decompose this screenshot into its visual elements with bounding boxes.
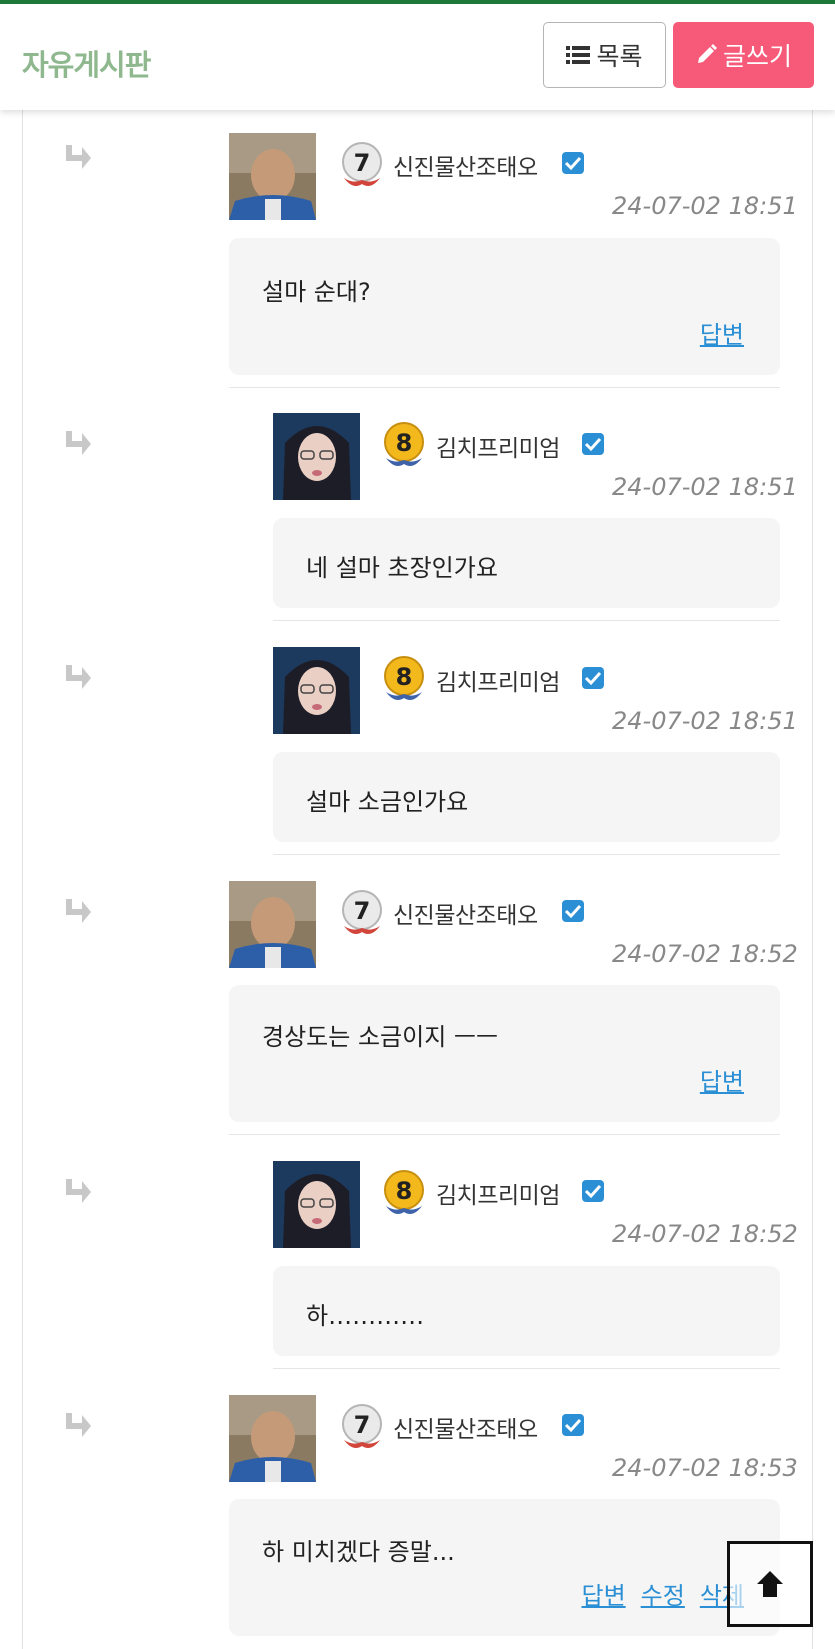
verified-check-icon xyxy=(582,433,604,455)
reply-arrow-icon xyxy=(66,1179,91,1203)
svg-text:8: 8 xyxy=(396,663,413,691)
reply-arrow-icon xyxy=(66,1413,91,1437)
comment-bubble: 설마 소금인가요 xyxy=(273,752,780,842)
comment-author[interactable]: 김치프리미엄 xyxy=(436,663,560,697)
comment-datetime: 24-07-02 18:51 xyxy=(612,473,798,501)
board-header: 자유게시판 목록 글쓰기 xyxy=(0,4,835,110)
verified-check-icon xyxy=(582,667,604,689)
svg-text:7: 7 xyxy=(354,149,371,177)
comment-text: 경상도는 소금이지 ㅡㅡ xyxy=(262,1023,499,1051)
comment-bubble: 설마 순대? 답변 xyxy=(229,238,780,375)
comment-bubble: 하………… xyxy=(273,1266,780,1356)
avatar[interactable] xyxy=(229,1395,316,1482)
comment-bubble: 네 설마 초장인가요 xyxy=(273,518,780,608)
pencil-icon xyxy=(697,44,717,63)
reply-link[interactable]: 답변 xyxy=(700,1062,744,1097)
list-button[interactable]: 목록 xyxy=(543,22,666,88)
comment-bubble: 경상도는 소금이지 ㅡㅡ 답변 xyxy=(229,985,780,1122)
avatar[interactable] xyxy=(229,881,316,968)
comment-datetime: 24-07-02 18:53 xyxy=(612,1454,798,1482)
comment-divider xyxy=(229,387,780,388)
verified-check-icon xyxy=(562,900,584,922)
comment-text: 설마 소금인가요 xyxy=(306,788,469,816)
avatar[interactable] xyxy=(273,413,360,500)
comment-divider xyxy=(273,854,780,855)
comment-divider xyxy=(273,620,780,621)
level-badge-icon: 7 xyxy=(342,1404,382,1448)
svg-text:8: 8 xyxy=(396,429,413,457)
comment-text: 하 미치겠다 증말... xyxy=(262,1538,455,1566)
scroll-to-top-button[interactable] xyxy=(727,1541,813,1627)
level-badge-icon: 7 xyxy=(342,142,382,186)
comment-text: 하………… xyxy=(306,1302,425,1330)
edit-link[interactable]: 수정 xyxy=(641,1576,685,1611)
comment-divider xyxy=(229,1134,780,1135)
avatar[interactable] xyxy=(273,1161,360,1248)
reply-arrow-icon xyxy=(66,899,91,923)
verified-check-icon xyxy=(562,1414,584,1436)
write-button[interactable]: 글쓰기 xyxy=(673,22,814,88)
comment-author[interactable]: 신진물산조태오 xyxy=(393,148,538,182)
level-badge-icon: 8 xyxy=(384,1170,424,1214)
comment-bubble: 하 미치겠다 증말... 답변 수정 삭제 xyxy=(229,1499,780,1636)
reply-link[interactable]: 답변 xyxy=(700,315,744,350)
comment-datetime: 24-07-02 18:51 xyxy=(612,192,798,220)
level-badge-icon: 7 xyxy=(342,890,382,934)
board-title[interactable]: 자유게시판 xyxy=(22,42,151,84)
content-frame-right xyxy=(812,110,813,1649)
arrow-up-icon xyxy=(757,1571,783,1597)
level-badge-icon: 8 xyxy=(384,422,424,466)
avatar[interactable] xyxy=(273,647,360,734)
comment-author[interactable]: 신진물산조태오 xyxy=(393,1410,538,1444)
write-button-label: 글쓰기 xyxy=(722,42,792,71)
verified-check-icon xyxy=(562,152,584,174)
comment-author[interactable]: 김치프리미엄 xyxy=(436,429,560,463)
reply-link[interactable]: 답변 xyxy=(581,1576,625,1611)
comment-text: 네 설마 초장인가요 xyxy=(306,554,498,582)
svg-text:7: 7 xyxy=(354,897,371,925)
reply-arrow-icon xyxy=(66,431,91,455)
comment-author[interactable]: 신진물산조태오 xyxy=(393,896,538,930)
comment-divider xyxy=(273,1368,780,1369)
svg-text:8: 8 xyxy=(396,1177,413,1205)
comment-datetime: 24-07-02 18:51 xyxy=(612,707,798,735)
comment-author[interactable]: 김치프리미엄 xyxy=(436,1176,560,1210)
verified-check-icon xyxy=(582,1180,604,1202)
list-button-label: 목록 xyxy=(596,42,643,71)
comment-text: 설마 순대? xyxy=(262,278,371,306)
avatar[interactable] xyxy=(229,133,316,220)
content-frame-left xyxy=(22,110,23,1649)
reply-arrow-icon xyxy=(66,665,91,689)
list-icon xyxy=(566,46,591,64)
reply-arrow-icon xyxy=(66,145,91,169)
level-badge-icon: 8 xyxy=(384,656,424,700)
svg-text:7: 7 xyxy=(354,1411,371,1439)
comment-datetime: 24-07-02 18:52 xyxy=(612,1220,798,1248)
comment-datetime: 24-07-02 18:52 xyxy=(612,940,798,968)
